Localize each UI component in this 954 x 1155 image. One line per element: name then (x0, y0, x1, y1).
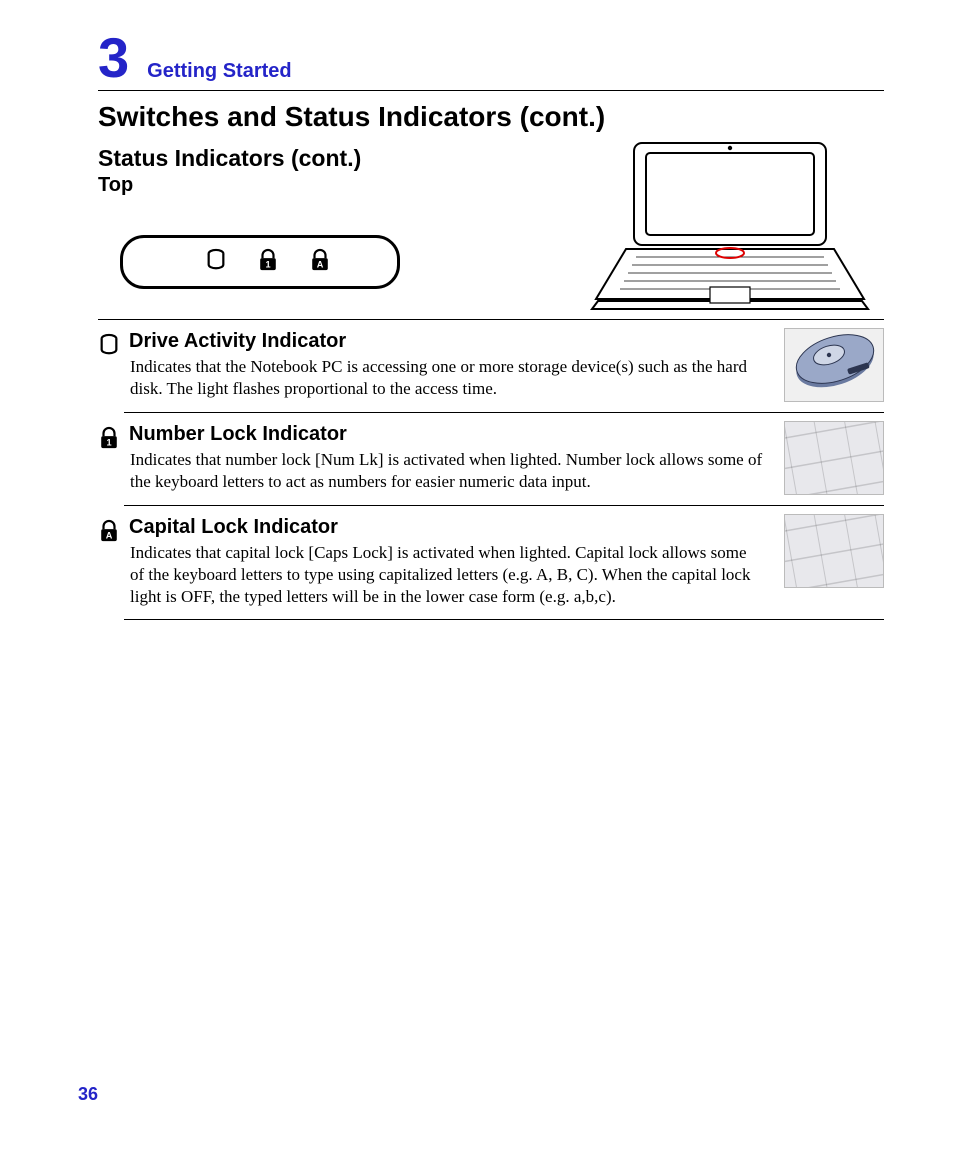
item-title: Capital Lock Indicator (129, 516, 884, 539)
list-item: Number Lock Indicator Indicates that num… (124, 413, 884, 506)
item-body: Indicates that capital lock [Caps Lock] … (130, 542, 764, 607)
item-title: Drive Activity Indicator (129, 330, 884, 353)
indicator-list: Drive Activity Indicator Indicates that … (124, 320, 884, 620)
lock-a-icon (309, 247, 331, 278)
keyboard-image (784, 514, 884, 588)
item-body: Indicates that number lock [Num Lk] is a… (130, 449, 764, 493)
item-body: Indicates that the Notebook PC is access… (130, 356, 764, 400)
laptop-illustration (576, 137, 884, 313)
chapter-label: Getting Started (147, 60, 291, 83)
indicator-strip (120, 235, 400, 289)
cylinder-icon (205, 247, 227, 278)
subsubsection-title: Top (98, 174, 538, 197)
chapter-number: 3 (98, 30, 129, 86)
lock-1-icon (257, 247, 279, 278)
chapter-header: 3 Getting Started (98, 30, 884, 91)
list-item: Capital Lock Indicator Indicates that ca… (124, 506, 884, 620)
item-title: Number Lock Indicator (129, 423, 884, 446)
keyboard-image (784, 421, 884, 495)
subsection-title: Status Indicators (cont.) (98, 145, 538, 172)
lock-a-icon (98, 518, 122, 544)
hdd-image (784, 328, 884, 402)
page-title: Switches and Status Indicators (cont.) (98, 101, 884, 133)
cylinder-icon (98, 332, 122, 358)
list-item: Drive Activity Indicator Indicates that … (124, 320, 884, 413)
lock-1-icon (98, 425, 122, 451)
page-number: 36 (78, 1084, 98, 1105)
